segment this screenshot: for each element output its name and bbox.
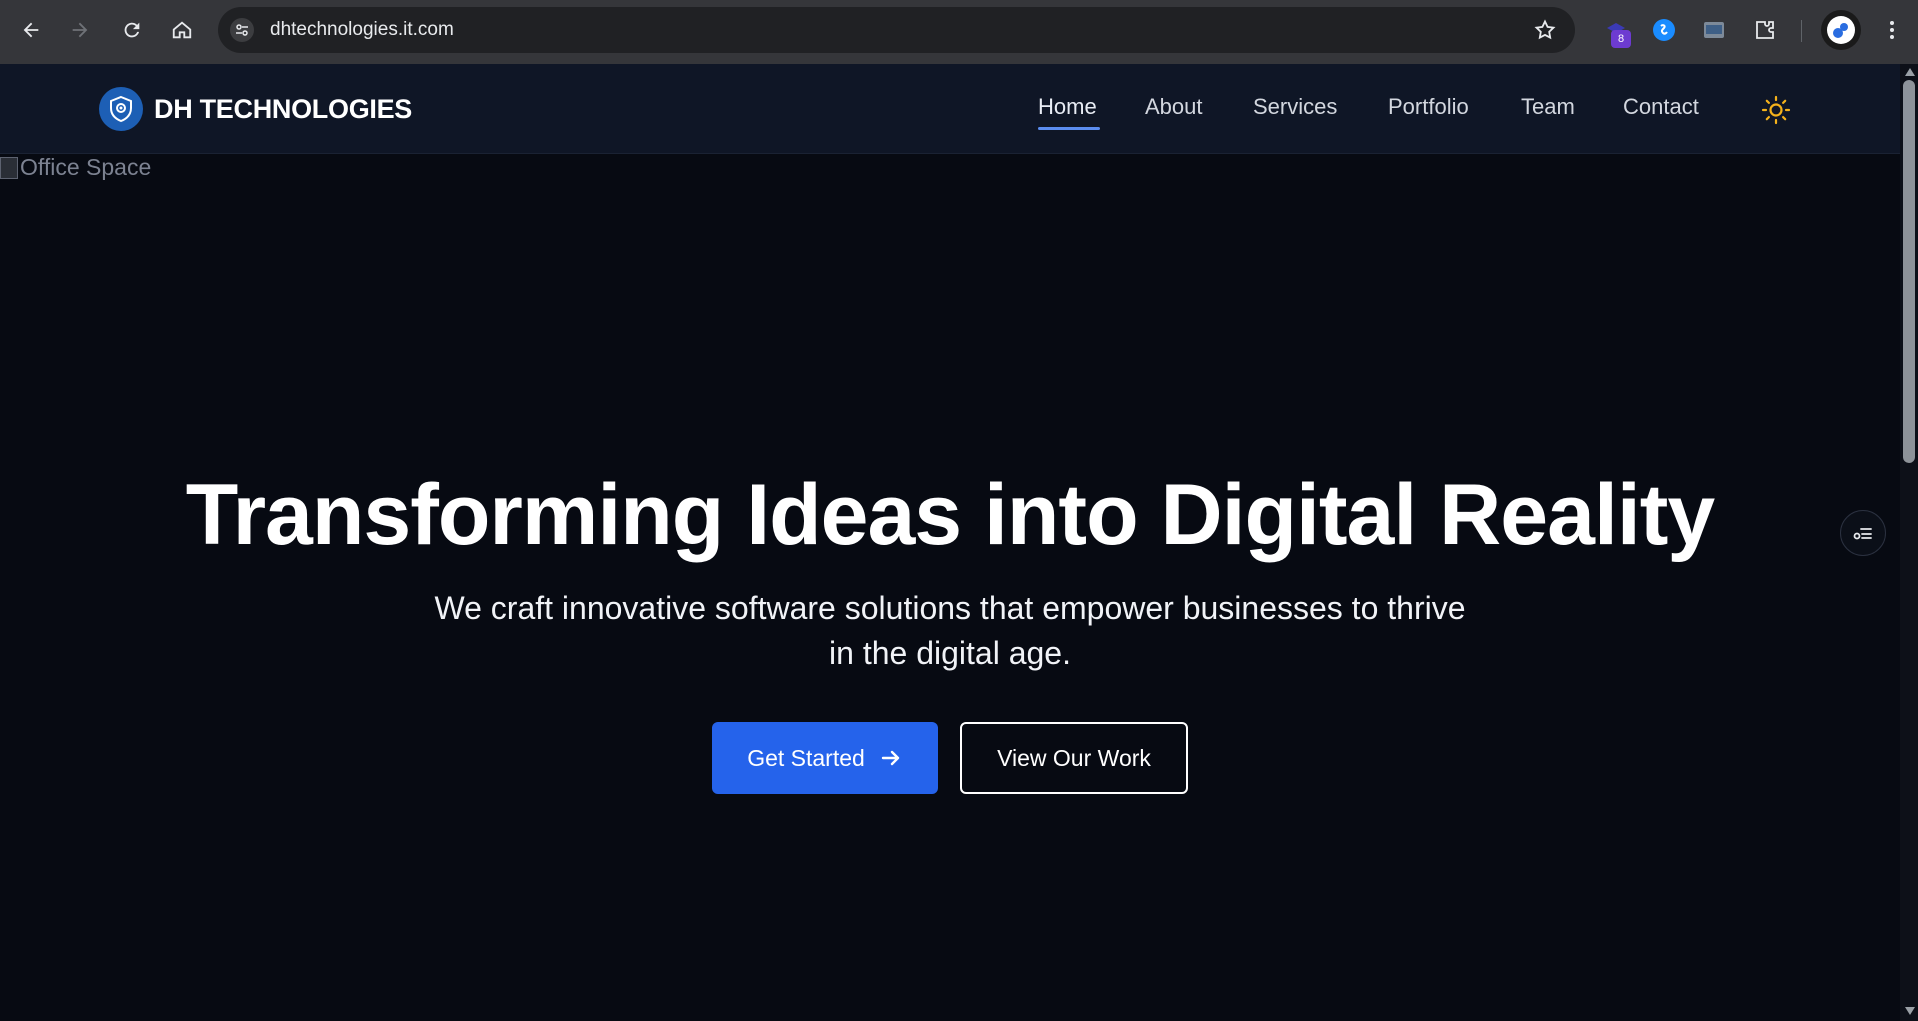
site-navbar: DH TECHNOLOGIES Home About Services Port… [0, 64, 1900, 154]
home-icon[interactable] [166, 14, 198, 46]
url-text[interactable]: dhtechnologies.it.com [270, 7, 454, 53]
scroll-up-arrow-icon[interactable] [1905, 68, 1915, 76]
nav-portfolio[interactable]: Portfolio [1388, 94, 1469, 120]
web-page: DH TECHNOLOGIES Home About Services Port… [0, 64, 1900, 1021]
page-scrollbar[interactable] [1900, 64, 1918, 1021]
nav-contact[interactable]: Contact [1623, 94, 1699, 120]
browser-toolbar: dhtechnologies.it.com 8 [0, 0, 1918, 64]
address-bar[interactable]: dhtechnologies.it.com [218, 7, 1575, 53]
site-settings-icon[interactable] [230, 18, 254, 42]
brand-name: DH TECHNOLOGIES [154, 93, 413, 124]
view-our-work-button[interactable]: View Our Work [960, 722, 1188, 794]
nav-home[interactable]: Home [1038, 94, 1097, 120]
profile-avatar[interactable] [1821, 10, 1861, 50]
scroll-down-arrow-icon[interactable] [1905, 1007, 1915, 1015]
extension-badge: 8 [1611, 30, 1631, 48]
active-nav-indicator [1038, 127, 1100, 130]
star-icon[interactable] [1533, 18, 1557, 42]
hero-image-broken: Office Space [0, 154, 151, 181]
shazam-icon[interactable] [1648, 14, 1680, 46]
floating-menu-icon[interactable] [1840, 510, 1886, 556]
back-icon[interactable] [15, 14, 47, 46]
hero-image-alt: Office Space [20, 154, 152, 180]
screenshot-icon[interactable] [1698, 14, 1730, 46]
nav-team[interactable]: Team [1521, 94, 1575, 120]
sun-icon[interactable] [1761, 95, 1791, 125]
view-our-work-label: View Our Work [997, 744, 1151, 771]
hero-subtitle: We craft innovative software solutions t… [434, 590, 1466, 671]
broken-image-icon [0, 156, 18, 179]
reload-icon[interactable] [116, 14, 148, 46]
nav-about[interactable]: About [1145, 94, 1203, 120]
brand[interactable]: DH TECHNOLOGIES [99, 87, 412, 131]
scroll-thumb[interactable] [1903, 80, 1915, 463]
kebab-menu-icon[interactable] [1876, 14, 1908, 46]
shield-logo-icon [99, 87, 143, 131]
arrow-right-icon [881, 750, 900, 766]
hero-title: Transforming Ideas into Digital Reality [185, 467, 1715, 563]
get-started-button[interactable]: Get Started [712, 722, 938, 794]
get-started-label: Get Started [747, 744, 865, 771]
nav-services[interactable]: Services [1253, 94, 1337, 120]
toolbar-separator [1801, 20, 1802, 42]
forward-icon[interactable] [64, 14, 96, 46]
puzzle-icon[interactable] [1749, 14, 1781, 46]
